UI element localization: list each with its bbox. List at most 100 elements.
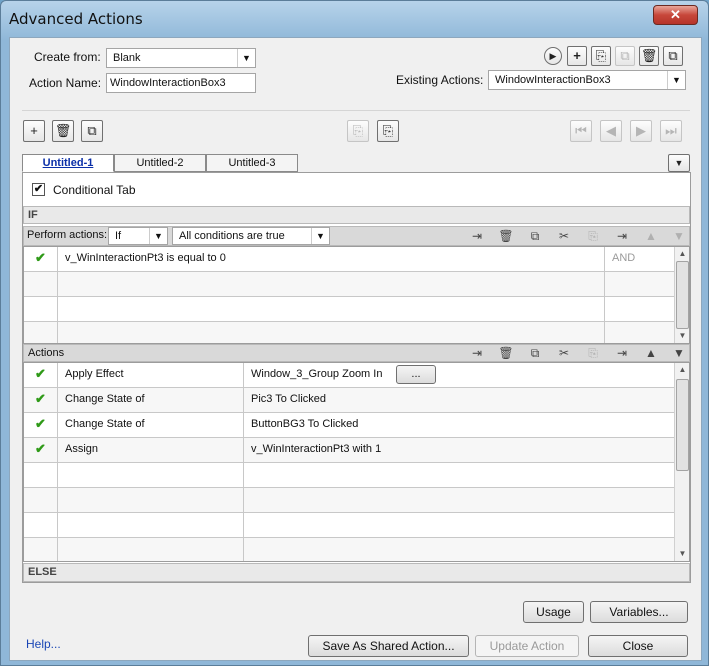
add-action-icon[interactable]: + [567, 46, 587, 66]
condition-check-cell[interactable] [24, 322, 58, 343]
add-decision-icon[interactable]: + [23, 120, 45, 142]
update-action-button: Update Action [475, 635, 579, 657]
tab-untitled-3[interactable]: Untitled-3 [206, 154, 298, 172]
delete-action-row-icon[interactable]: 🗑 [496, 344, 516, 362]
insert-action-row-icon[interactable]: ⇥ [612, 344, 632, 362]
table-row[interactable]: ✔ v_WinInteractionPt3 is equal to 0 AND [24, 247, 675, 272]
action-type[interactable] [58, 463, 244, 488]
existing-actions-select[interactable]: WindowInteractionBox3 ▼ [488, 70, 686, 90]
insert-condition-icon[interactable]: ⇥ [612, 227, 632, 245]
condition-operator[interactable] [605, 297, 675, 322]
tab-untitled-2[interactable]: Untitled-2 [114, 154, 206, 172]
title-bar[interactable]: Advanced Actions ✕ [1, 1, 708, 37]
condition-check-cell[interactable] [24, 272, 58, 297]
action-type[interactable] [58, 513, 244, 538]
close-button[interactable]: Close [588, 635, 688, 657]
condition-operator[interactable] [605, 272, 675, 297]
action-check-icon[interactable]: ✔ [24, 413, 58, 438]
variables-button[interactable]: Variables... [590, 601, 688, 623]
action-check-icon[interactable]: ✔ [24, 438, 58, 463]
table-row[interactable] [24, 463, 675, 488]
condition-expression[interactable]: v_WinInteractionPt3 is equal to 0 [58, 247, 605, 272]
table-row[interactable] [24, 297, 675, 322]
delete-decision-icon[interactable]: 🗑 [52, 120, 74, 142]
delete-action-icon[interactable]: 🗑 [639, 46, 659, 66]
condition-operator[interactable] [605, 322, 675, 343]
add-action-row-icon[interactable]: ⇥ [467, 344, 487, 362]
action-check-cell[interactable] [24, 538, 58, 561]
effect-options-button[interactable]: ... [396, 365, 436, 384]
conditions-scrollbar[interactable]: ▲ ▼ [674, 247, 689, 343]
table-row[interactable] [24, 538, 675, 561]
action-target[interactable] [244, 513, 675, 538]
table-row[interactable] [24, 488, 675, 513]
action-check-cell[interactable] [24, 463, 58, 488]
divider [22, 110, 690, 111]
action-check-icon[interactable]: ✔ [24, 363, 58, 388]
action-target[interactable] [244, 463, 675, 488]
delete-condition-icon[interactable]: 🗑 [496, 227, 516, 245]
copy-condition-icon[interactable]: ⧉ [525, 227, 545, 245]
save-as-shared-action-button[interactable]: Save As Shared Action... [308, 635, 469, 657]
usage-button[interactable]: Usage [523, 601, 584, 623]
table-row[interactable] [24, 513, 675, 538]
action-type[interactable] [58, 538, 244, 561]
action-type[interactable]: Change State of [58, 413, 244, 438]
action-check-cell[interactable] [24, 488, 58, 513]
action-type[interactable]: Apply Effect [58, 363, 244, 388]
table-row[interactable]: ✔ Assign v_WinInteractionPt3 with 1 [24, 438, 675, 463]
duplicate-action-icon[interactable]: ⧉ [663, 46, 683, 66]
window-close-icon[interactable]: ✕ [653, 5, 698, 25]
condition-check-icon[interactable]: ✔ [24, 247, 58, 272]
action-type[interactable]: Change State of [58, 388, 244, 413]
action-type[interactable] [58, 488, 244, 513]
scroll-down-icon[interactable]: ▼ [675, 329, 689, 343]
move-down-icon[interactable]: ▼ [669, 344, 689, 362]
perform-type-select[interactable]: If ▼ [108, 227, 168, 245]
copy-action-row-icon[interactable]: ⧉ [525, 344, 545, 362]
actions-grid: ✔ Apply Effect Window_3_Group Zoom In ..… [23, 362, 690, 562]
move-up-icon[interactable]: ▲ [641, 344, 661, 362]
cut-condition-icon[interactable]: ✂ [554, 227, 574, 245]
action-check-icon[interactable]: ✔ [24, 388, 58, 413]
scroll-thumb[interactable] [676, 379, 689, 471]
tabs-menu-icon[interactable]: ▼ [668, 154, 690, 172]
play-icon[interactable]: ▶ [544, 47, 562, 65]
condition-expression[interactable] [58, 272, 605, 297]
condition-check-cell[interactable] [24, 297, 58, 322]
import-icon[interactable]: ⎘ [591, 46, 611, 66]
table-row[interactable]: ✔ Change State of Pic3 To Clicked [24, 388, 675, 413]
scroll-thumb[interactable] [676, 261, 689, 329]
condition-operator[interactable]: AND [605, 247, 675, 272]
condition-expression[interactable] [58, 322, 605, 343]
condition-expression[interactable] [58, 297, 605, 322]
action-target[interactable]: Window_3_Group Zoom In [244, 363, 675, 388]
action-target[interactable] [244, 488, 675, 513]
scroll-up-icon[interactable]: ▲ [675, 247, 689, 261]
action-type[interactable]: Assign [58, 438, 244, 463]
table-row[interactable]: ✔ Change State of ButtonBG3 To Clicked [24, 413, 675, 438]
actions-scrollbar[interactable]: ▲ ▼ [674, 363, 689, 561]
move-right-icon[interactable]: ⎘ [377, 120, 399, 142]
action-check-cell[interactable] [24, 513, 58, 538]
cut-action-row-icon[interactable]: ✂ [554, 344, 574, 362]
export-icon: ⧉ [615, 46, 635, 66]
table-row[interactable] [24, 322, 675, 343]
scroll-up-icon[interactable]: ▲ [675, 363, 689, 377]
action-target[interactable]: ButtonBG3 To Clicked [244, 413, 675, 438]
action-name-field[interactable]: WindowInteractionBox3 [106, 73, 256, 93]
help-link[interactable]: Help... [26, 637, 61, 651]
duplicate-decision-icon[interactable]: ⧉ [81, 120, 103, 142]
table-row[interactable]: ✔ Apply Effect Window_3_Group Zoom In ..… [24, 363, 675, 388]
existing-actions-value: WindowInteractionBox3 [495, 74, 611, 86]
action-target[interactable]: v_WinInteractionPt3 with 1 [244, 438, 675, 463]
conditional-tab-checkbox[interactable]: ✔ [32, 183, 45, 196]
add-condition-icon[interactable]: ⇥ [467, 227, 487, 245]
table-row[interactable] [24, 272, 675, 297]
tab-untitled-1[interactable]: Untitled-1 [22, 154, 114, 172]
condition-mode-select[interactable]: All conditions are true ▼ [172, 227, 330, 245]
action-target[interactable] [244, 538, 675, 561]
action-target[interactable]: Pic3 To Clicked [244, 388, 675, 413]
create-from-select[interactable]: Blank ▼ [106, 48, 256, 68]
scroll-down-icon[interactable]: ▼ [675, 547, 689, 561]
